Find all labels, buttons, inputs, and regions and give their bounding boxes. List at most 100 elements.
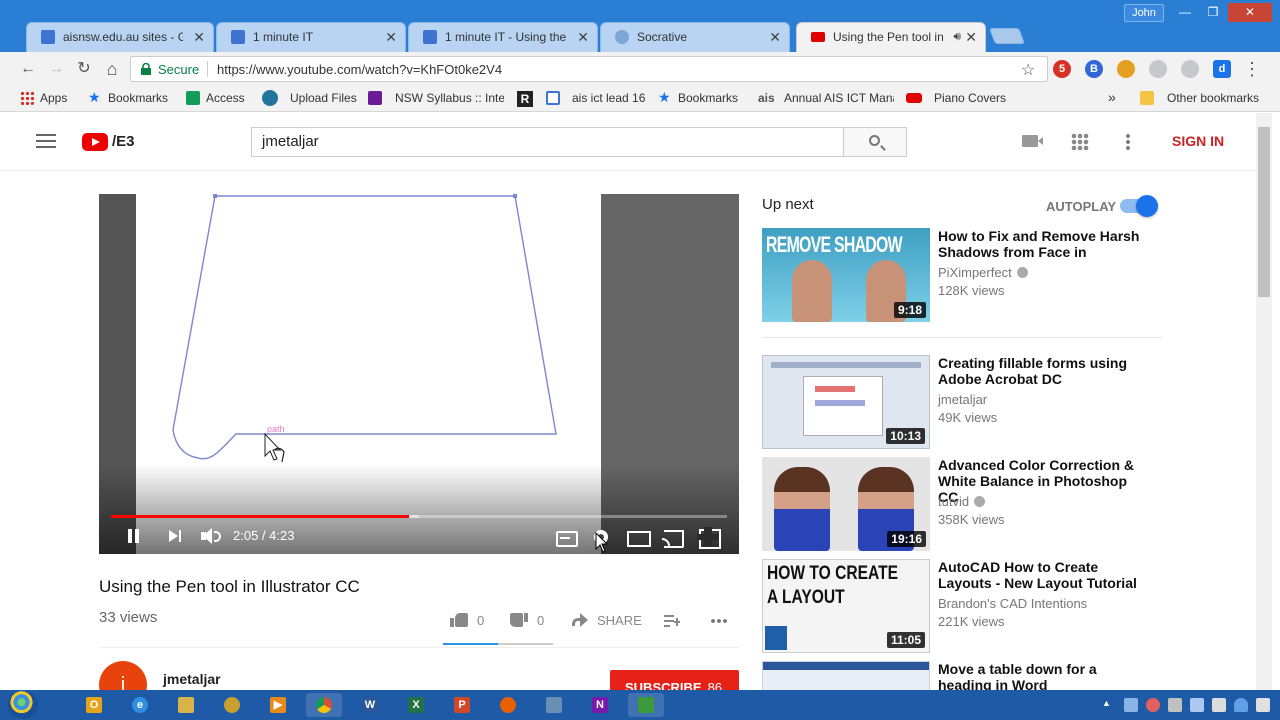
list-item[interactable]: HOW TO CREATE A LAYOUT 11:05 AutoCAD How… [762,559,1162,653]
close-icon[interactable]: ✕ [193,29,205,46]
profile-button[interactable]: John [1124,4,1164,22]
video-thumbnail[interactable]: HOW TO CREATE A LAYOUT 11:05 [762,559,930,653]
tray-cloud-icon[interactable] [1234,698,1248,712]
bookmark-nsw-syllabus[interactable]: NSW Syllabus :: Inte [368,91,504,105]
taskbar-outlook[interactable]: O [76,693,112,717]
bookmark-bookmarks[interactable]: ★ Bookmarks [88,90,168,105]
video-thumbnail[interactable]: REMOVE SHADOW 9:18 [762,228,930,322]
sign-in-button[interactable]: SIGN IN [1172,133,1224,149]
bookmark-piano-covers[interactable]: Piano Covers [906,91,1006,105]
new-tab-button[interactable] [989,28,1025,44]
tray-antivirus-icon[interactable] [1146,698,1160,712]
next-video-button[interactable] [169,528,183,546]
video-title[interactable]: AutoCAD How to Create Layouts - New Layo… [938,559,1148,591]
tray-network-icon[interactable] [1124,698,1138,712]
close-icon[interactable]: ✕ [965,29,977,46]
youtube-logo-icon[interactable] [82,133,108,151]
tray-app-icon[interactable] [1190,698,1204,712]
bookmark-ais-ict-lead[interactable]: ais ict lead 16 [546,91,645,105]
thumbs-down-icon[interactable] [510,613,528,629]
taskbar-excel[interactable]: X [398,693,434,717]
search-input[interactable]: jmetaljar [251,127,843,157]
close-window-button[interactable]: ✕ [1228,3,1272,22]
search-button[interactable] [843,127,907,157]
address-bar[interactable]: Secure https://www.youtube.com/watch?v=K… [130,56,1048,82]
thumbs-up-icon[interactable] [450,611,468,627]
bookmark-r[interactable]: R [517,91,533,107]
extension-icon[interactable]: B [1085,60,1103,78]
video-player[interactable]: path 2:05 / 4:23 [99,194,739,554]
browser-menu-icon[interactable]: ⋮ [1242,59,1262,79]
other-bookmarks-folder[interactable]: Other bookmarks [1140,91,1259,105]
bookmark-annual-ais[interactable]: ais Annual AIS ICT Mana [758,91,894,105]
bookmark-bookmarks-2[interactable]: ★ Bookmarks [658,90,738,105]
reload-button[interactable]: ↻ [74,59,94,79]
list-item[interactable]: 19:16 Advanced Color Correction & White … [762,457,1162,551]
taskbar-program[interactable] [214,693,250,717]
audio-playing-icon[interactable]: 🔊︎ [953,29,961,44]
cast-button[interactable] [662,528,684,548]
tab-aisnsw-sites[interactable]: aisnsw.edu.au sites - Goo ✕ [26,22,214,52]
taskbar-word[interactable]: W [352,693,388,717]
extension-icon[interactable] [1117,60,1135,78]
taskbar-firefox[interactable] [490,693,526,717]
back-button[interactable]: ← [18,59,38,79]
list-item[interactable]: Move a table down for a heading in Word [762,661,1162,690]
upload-video-icon[interactable] [1022,135,1043,147]
taskbar-onenote[interactable]: N [582,693,618,717]
more-options-icon[interactable] [1126,133,1130,151]
progress-bar[interactable] [111,515,727,518]
volume-button[interactable] [201,528,221,546]
tab-1-minute-it[interactable]: 1 minute IT ✕ [216,22,406,52]
minimize-button[interactable]: — [1172,3,1198,22]
fullscreen-button[interactable] [697,527,721,549]
taskbar-camtasia[interactable] [628,693,664,717]
close-icon[interactable]: ✕ [577,29,589,46]
apps-grid-icon[interactable] [1071,133,1089,151]
add-to-playlist-icon[interactable] [664,615,680,627]
tray-app-icon[interactable] [1168,698,1182,712]
taskbar-powerpoint[interactable]: P [444,693,480,717]
share-button[interactable]: SHARE [597,613,642,628]
bookmark-access[interactable]: Access [186,91,245,105]
tray-app-icon[interactable] [1212,698,1226,712]
maximize-button[interactable]: ❐ [1200,3,1226,22]
youtube-logo-text[interactable]: /E3 [112,133,135,150]
scrollbar-thumb[interactable] [1258,127,1270,297]
tab-using-the-pen-tool[interactable]: Using the Pen tool in 🔊︎ ✕ [796,22,986,52]
extension-icon[interactable]: d [1213,60,1231,78]
taskbar-file-explorer[interactable] [168,693,204,717]
list-item[interactable]: 10:13 Creating fillable forms using Adob… [762,355,1162,449]
bookmarks-overflow-button[interactable]: » [1108,89,1116,105]
extension-icon[interactable] [1149,60,1167,78]
taskbar-chrome[interactable] [306,693,342,717]
extension-icon[interactable]: 5 [1053,60,1071,78]
video-title[interactable]: Move a table down for a heading in Word [938,661,1148,690]
subscribe-button[interactable]: SUBSCRIBE 86 [610,670,739,690]
tray-volume-icon[interactable] [1256,698,1270,712]
taskbar-internet-explorer[interactable]: e [122,693,158,717]
autoplay-toggle-knob[interactable] [1136,195,1158,217]
video-title[interactable]: Creating fillable forms using Adobe Acro… [938,355,1148,387]
bookmark-apps[interactable]: Apps [20,91,67,105]
pause-button[interactable] [127,528,141,546]
bookmark-star-icon[interactable]: ☆ [1021,60,1035,80]
share-icon[interactable] [572,613,588,627]
bookmark-upload-files[interactable]: Upload Files [262,90,357,106]
home-button[interactable]: ⌂ [102,59,122,79]
close-icon[interactable]: ✕ [769,29,781,46]
channel-name[interactable]: jmetaljar [163,671,221,687]
tray-expand-icon[interactable]: ▲ [1102,698,1111,708]
theater-mode-button[interactable] [627,528,651,547]
extension-icon[interactable] [1181,60,1199,78]
close-icon[interactable]: ✕ [385,29,397,46]
tab-socrative[interactable]: Socrative ✕ [600,22,790,52]
url-text[interactable]: https://www.youtube.com/watch?v=KhFOt0ke… [217,62,502,77]
hamburger-menu-icon[interactable] [36,134,56,148]
forward-button[interactable]: → [46,59,66,79]
video-thumbnail[interactable]: 10:13 [762,355,930,449]
tab-1-minute-it-using[interactable]: 1 minute IT - Using the T ✕ [408,22,598,52]
video-title[interactable]: How to Fix and Remove Harsh Shadows from… [938,228,1148,260]
list-item[interactable]: REMOVE SHADOW 9:18 How to Fix and Remove… [762,228,1162,322]
taskbar-calculator[interactable] [536,693,572,717]
